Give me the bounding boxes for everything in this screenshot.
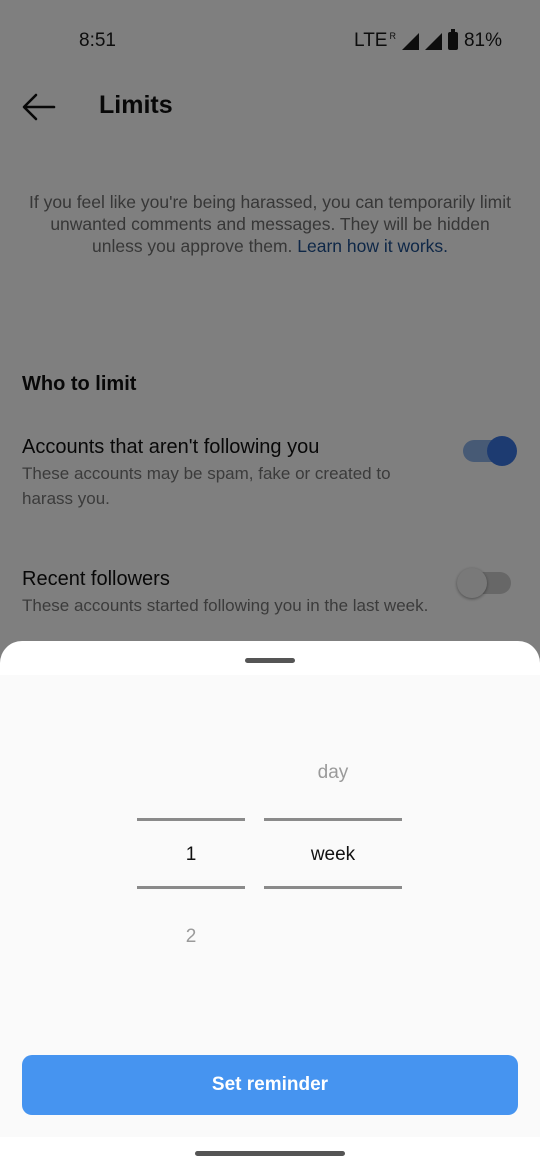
picker-number-top-line	[137, 818, 245, 821]
set-reminder-button[interactable]: Set reminder	[22, 1055, 518, 1115]
picker-unit-above[interactable]: day	[264, 762, 402, 784]
picker-unit-bottom-line	[264, 886, 402, 889]
picker-unit-selected[interactable]: week	[264, 844, 402, 866]
picker-number-selected[interactable]: 1	[137, 844, 245, 866]
sheet-drag-handle[interactable]	[245, 658, 295, 663]
home-indicator[interactable]	[195, 1151, 345, 1156]
limits-screen: 8:51 LTE R 81% Limits If you feel like y…	[0, 0, 540, 1170]
picker-unit-top-line	[264, 818, 402, 821]
picker-number-below[interactable]: 2	[137, 926, 245, 948]
picker-number-bottom-line	[137, 886, 245, 889]
